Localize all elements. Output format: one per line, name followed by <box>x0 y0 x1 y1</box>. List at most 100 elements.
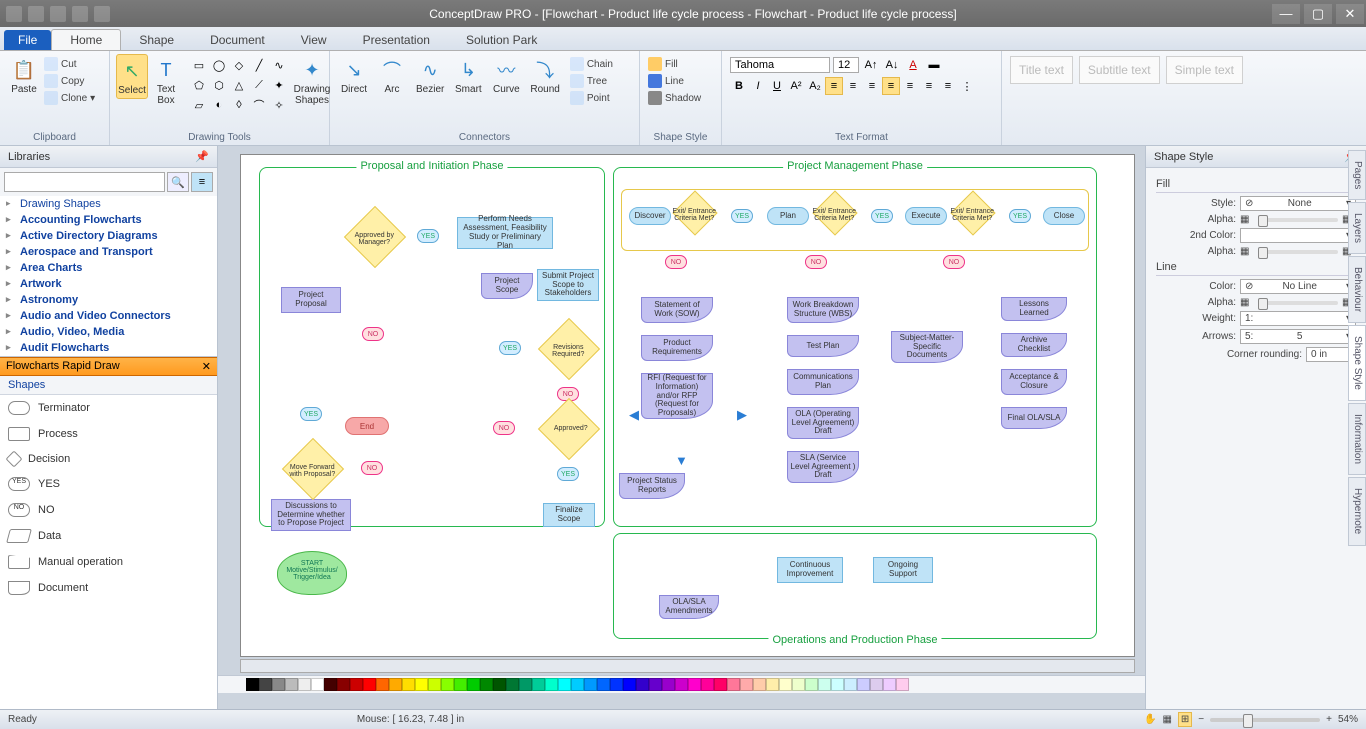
shape-yes[interactable]: YESYES <box>0 471 217 497</box>
tab-shape[interactable]: Shape <box>121 30 192 50</box>
zoom-slider[interactable] <box>1210 718 1320 722</box>
color-swatch[interactable] <box>389 678 402 691</box>
connector-chain[interactable]: Chain <box>570 56 613 72</box>
color-swatch[interactable] <box>558 678 571 691</box>
valign-button[interactable]: ≡ <box>901 77 919 95</box>
connector-direct[interactable]: ↘Direct <box>336 54 372 97</box>
node-doc[interactable]: SLA (Service Level Agreement ) Draft <box>787 451 859 483</box>
shape-decision[interactable]: Decision <box>0 447 217 471</box>
lib-item[interactable]: Astronomy <box>0 292 217 308</box>
color-swatch[interactable] <box>766 678 779 691</box>
node-doc[interactable]: RFI (Request for Information) and/or RFP… <box>641 373 713 419</box>
pin-icon[interactable]: 📌 <box>195 150 209 163</box>
node[interactable]: Continuous Improvement <box>777 557 843 583</box>
qat-icon[interactable] <box>72 6 88 22</box>
lib-item[interactable]: Audio, Video, Media <box>0 324 217 340</box>
tab-home[interactable]: Home <box>51 29 121 50</box>
shape-data[interactable]: Data <box>0 523 217 549</box>
color-swatch[interactable] <box>246 678 259 691</box>
node-end[interactable]: End <box>345 417 389 435</box>
tab-view[interactable]: View <box>283 30 345 50</box>
superscript-button[interactable]: A² <box>787 77 805 95</box>
color-swatch[interactable] <box>441 678 454 691</box>
fill-alpha-slider[interactable] <box>1258 218 1338 222</box>
highlight-icon[interactable]: ▬ <box>925 56 943 74</box>
line-arrows-select[interactable]: 5:5▾ <box>1240 329 1356 344</box>
shape-tool-icon[interactable]: ▱ <box>190 96 208 114</box>
bold-button[interactable]: B <box>730 77 748 95</box>
connector-curve[interactable]: 〰Curve <box>488 54 524 97</box>
tab-solution-park[interactable]: Solution Park <box>448 30 555 50</box>
drawing-canvas[interactable]: Proposal and Initiation Phase Project Ma… <box>240 154 1135 657</box>
shape-tool-icon[interactable]: ✧ <box>270 96 288 114</box>
cut-button[interactable]: Cut <box>44 56 95 72</box>
node-doc[interactable]: Lessons Learned <box>1001 297 1067 321</box>
tab-document[interactable]: Document <box>192 30 283 50</box>
node[interactable]: Ongoing Support <box>873 557 933 583</box>
fill-2nd-color[interactable]: ▾ <box>1240 228 1356 243</box>
nav-down-icon[interactable]: ▼ <box>675 453 688 468</box>
qat-icon[interactable] <box>6 6 22 22</box>
color-swatch[interactable] <box>428 678 441 691</box>
connector-bezier[interactable]: ∿Bezier <box>412 54 448 97</box>
library-list[interactable]: Drawing Shapes Accounting Flowcharts Act… <box>0 196 217 357</box>
sidetab-behaviour[interactable]: Behaviour <box>1348 256 1366 323</box>
paste-button[interactable]: 📋Paste <box>6 54 42 97</box>
shape-tool-icon[interactable]: ◐ <box>210 96 228 114</box>
color-swatch[interactable] <box>376 678 389 691</box>
font-size[interactable]: 12 <box>833 57 859 73</box>
shape-tool-icon[interactable]: ✦ <box>270 76 288 94</box>
color-swatch[interactable] <box>831 678 844 691</box>
sidetab-pages[interactable]: Pages <box>1348 150 1366 200</box>
nav-right-icon[interactable]: ▶ <box>737 407 747 423</box>
line-color-select[interactable]: ⊘No Line▾ <box>1240 279 1356 294</box>
connector-round[interactable]: ⤵Round <box>526 54 563 97</box>
shadow-button[interactable]: Shadow <box>648 90 713 106</box>
title-text-placeholder[interactable]: Title text <box>1010 56 1073 84</box>
shape-manual[interactable]: Manual operation <box>0 549 217 575</box>
line-alpha-slider[interactable] <box>1258 301 1338 305</box>
horizontal-scrollbar[interactable] <box>240 659 1135 673</box>
clone-button[interactable]: Clone ▾ <box>44 90 95 106</box>
align-right-button[interactable]: ≡ <box>863 77 881 95</box>
sidetab-hypernote[interactable]: Hypernote <box>1348 477 1366 545</box>
sidetab-information[interactable]: Information <box>1348 403 1366 475</box>
color-swatch[interactable] <box>636 678 649 691</box>
color-swatch[interactable] <box>454 678 467 691</box>
node-start[interactable]: START Motive/Stimulus/ Trigger/Idea <box>277 551 347 595</box>
shape-terminator[interactable]: Terminator <box>0 395 217 421</box>
node[interactable]: Close <box>1043 207 1085 225</box>
line-weight-select[interactable]: 1:▾ <box>1240 311 1356 326</box>
node[interactable]: Project Proposal <box>281 287 341 313</box>
color-swatch[interactable] <box>662 678 675 691</box>
fill-button[interactable]: Fill <box>648 56 713 72</box>
color-swatch[interactable] <box>415 678 428 691</box>
color-swatch[interactable] <box>714 678 727 691</box>
shape-tool-icon[interactable]: ⬠ <box>190 76 208 94</box>
color-swatch[interactable] <box>259 678 272 691</box>
shape-process[interactable]: Process <box>0 421 217 447</box>
shape-document[interactable]: Document <box>0 575 217 601</box>
align-left-button[interactable]: ≡ <box>825 77 843 95</box>
qat-icon[interactable] <box>50 6 66 22</box>
color-swatch[interactable] <box>701 678 714 691</box>
color-swatch[interactable] <box>883 678 896 691</box>
select-tool[interactable]: ↖Select <box>116 54 148 99</box>
shape-tool-icon[interactable]: ∿ <box>270 56 288 74</box>
close-icon[interactable]: ✕ <box>202 360 211 373</box>
simple-text-placeholder[interactable]: Simple text <box>1166 56 1243 84</box>
lib-item[interactable]: Audio and Video Connectors <box>0 308 217 324</box>
node-doc[interactable]: OLA/SLA Amendments <box>659 595 719 619</box>
maximize-button[interactable]: ▢ <box>1304 4 1332 24</box>
color-swatch[interactable] <box>818 678 831 691</box>
shape-no[interactable]: NONO <box>0 497 217 523</box>
shape-tool-icon[interactable]: ⬡ <box>210 76 228 94</box>
color-swatch[interactable] <box>467 678 480 691</box>
italic-button[interactable]: I <box>749 77 767 95</box>
shape-tool-icon[interactable]: △ <box>230 76 248 94</box>
lib-item[interactable]: Drawing Shapes <box>0 196 217 212</box>
connector-point[interactable]: Point <box>570 90 613 106</box>
fill-alpha2-slider[interactable] <box>1258 250 1338 254</box>
color-swatch[interactable] <box>727 678 740 691</box>
text-opts-button[interactable]: ⋮ <box>958 77 976 95</box>
